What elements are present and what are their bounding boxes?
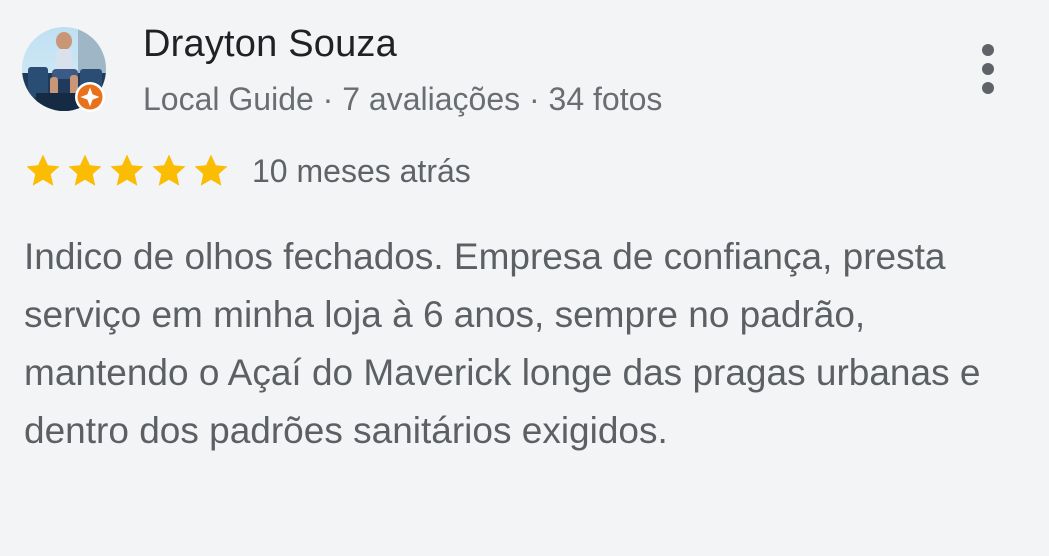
review-timestamp: 10 meses atrás — [252, 153, 471, 189]
review-text: Indico de olhos fechados. Empresa de con… — [24, 236, 981, 451]
more-vert-icon — [982, 44, 994, 94]
author-avatar-container[interactable] — [22, 27, 108, 113]
star-icon — [26, 154, 60, 186]
review-card: Drayton Souza Local Guide · 7 avaliações… — [0, 0, 1049, 556]
star-icon — [194, 154, 228, 186]
local-guide-star-icon — [74, 81, 106, 113]
star-icon — [68, 154, 102, 186]
author-meta: Local Guide · 7 avaliações · 34 fotos — [143, 81, 663, 117]
star-icon — [110, 154, 144, 186]
star-rating — [24, 152, 230, 190]
star-icon — [152, 154, 186, 186]
more-options-button[interactable] — [962, 38, 1014, 102]
author-name[interactable]: Drayton Souza — [143, 22, 397, 66]
